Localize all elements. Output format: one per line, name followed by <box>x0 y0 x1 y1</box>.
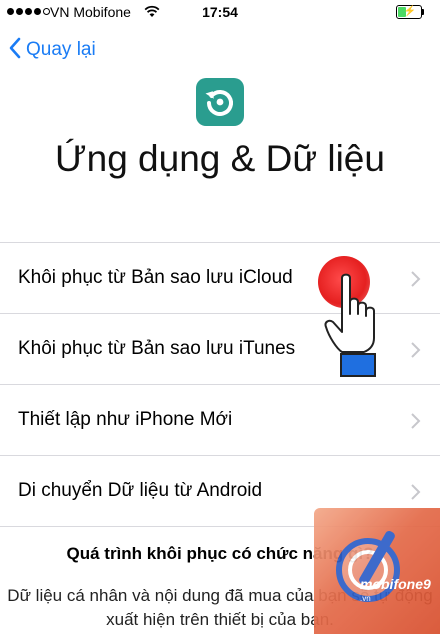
charging-bolt-icon: ⚡ <box>403 6 417 17</box>
pointing-hand-icon <box>324 272 390 384</box>
option-label: Di chuyển Dữ liệu từ Android <box>18 480 263 501</box>
mobifone9-watermark-logo: mobifone9 .vn <box>314 508 440 634</box>
option-label: Khôi phục từ Bản sao lưu iTunes <box>18 338 296 359</box>
chevron-left-icon <box>8 37 22 64</box>
status-bar: VN Mobifone 17:54 ⚡ <box>0 0 440 26</box>
watermark-brand: mobifone9 <box>360 576 431 592</box>
back-button[interactable]: Quay lại <box>8 34 96 66</box>
battery-icon: ⚡ <box>396 5 424 19</box>
chevron-right-icon <box>410 270 422 288</box>
option-setup-new-iphone[interactable]: Thiết lập như iPhone Mới <box>0 384 440 455</box>
option-label: Thiết lập như iPhone Mới <box>18 409 233 430</box>
chevron-right-icon <box>410 341 422 359</box>
back-button-label: Quay lại <box>26 39 96 60</box>
chevron-right-icon <box>410 412 422 430</box>
status-time: 17:54 <box>202 4 238 20</box>
chevron-right-icon <box>410 483 422 501</box>
watermark-suffix: .vn <box>360 594 371 603</box>
page-title: Ứng dụng & Dữ liệu <box>55 138 385 179</box>
restore-app-icon <box>196 78 244 126</box>
option-label: Khôi phục từ Bản sao lưu iCloud <box>18 267 293 288</box>
